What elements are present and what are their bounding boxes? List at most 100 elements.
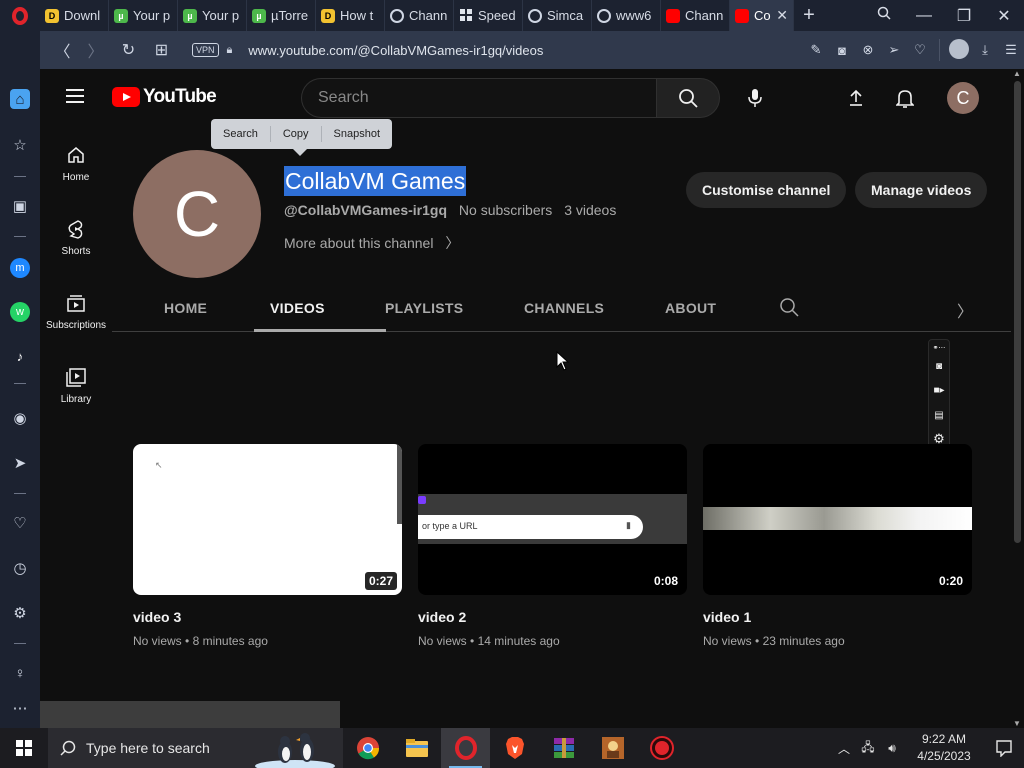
minimize-icon[interactable]: —: [904, 7, 944, 25]
taskbar-game[interactable]: [588, 728, 637, 768]
video-thumbnail[interactable]: or type a URL ▮ 0:08: [418, 444, 687, 595]
create-button[interactable]: [836, 78, 876, 118]
camera-icon[interactable]: ◙: [932, 360, 946, 372]
tab-overview-icon[interactable]: ⊞: [145, 40, 178, 60]
whatsapp-icon[interactable]: w: [10, 302, 30, 322]
close-window-icon[interactable]: ✕: [984, 6, 1024, 26]
lock-icon[interactable]: 🔒︎: [227, 44, 233, 57]
video-camera-icon[interactable]: ■▸: [932, 384, 946, 396]
start-button[interactable]: [0, 728, 48, 768]
tiktok-icon[interactable]: ♪: [10, 346, 30, 366]
easy-setup-icon[interactable]: ☰: [998, 42, 1024, 58]
video-title[interactable]: video 2: [418, 609, 687, 625]
camera-icon[interactable]: ◙: [829, 43, 855, 58]
vpn-badge[interactable]: VPN: [192, 43, 219, 57]
scroll-down-icon[interactable]: ▼: [1013, 719, 1021, 728]
tab-videos[interactable]: VIDEOS: [270, 300, 325, 316]
taskbar-brave[interactable]: [490, 728, 539, 768]
opera-menu-button[interactable]: [0, 0, 40, 31]
guide-item-home[interactable]: Home: [40, 125, 112, 199]
channel-search-icon[interactable]: [779, 297, 799, 322]
youtube-logo[interactable]: YouTube: [112, 86, 217, 108]
share-icon[interactable]: ➢: [881, 42, 907, 58]
speed-dial-icon[interactable]: ⌂: [10, 89, 30, 109]
taskbar-winrar[interactable]: [539, 728, 588, 768]
shopping-icon[interactable]: ▣: [10, 196, 30, 216]
tab-playlists[interactable]: PLAYLISTS: [385, 300, 463, 316]
link-icon[interactable]: ⚭⋯: [932, 342, 946, 354]
back-icon[interactable]: 〈: [46, 38, 79, 62]
blocker-icon[interactable]: ⊗: [855, 42, 881, 58]
manage-videos-button[interactable]: Manage videos: [855, 172, 988, 208]
taskbar-chrome[interactable]: [343, 728, 392, 768]
tab-channels[interactable]: CHANNELS: [524, 300, 604, 316]
browser-tab[interactable]: Chann: [661, 0, 730, 31]
tab-home[interactable]: HOME: [164, 300, 207, 316]
popup-copy-button[interactable]: Copy: [271, 126, 322, 142]
lightbulb-icon[interactable]: ♀: [10, 663, 30, 683]
browser-tab[interactable]: D How t: [316, 0, 385, 31]
taskbar-file-explorer[interactable]: [392, 728, 441, 768]
popup-snapshot-button[interactable]: Snapshot: [322, 126, 392, 142]
more-icon[interactable]: ⋯: [10, 698, 30, 718]
customise-channel-button[interactable]: Customise channel: [686, 172, 847, 208]
heart-icon[interactable]: ♡: [907, 42, 933, 58]
chevron-up-icon[interactable]: ︿: [832, 740, 856, 757]
menu-icon[interactable]: [66, 89, 84, 103]
browser-tab-active[interactable]: Co ✕: [730, 0, 794, 31]
video-thumbnail[interactable]: ↖ 0:27: [133, 444, 402, 595]
scrollbar-thumb[interactable]: [1014, 81, 1021, 543]
guide-item-library[interactable]: Library: [40, 347, 112, 421]
history-icon[interactable]: ◷: [10, 558, 30, 578]
account-avatar[interactable]: C: [947, 82, 979, 114]
page-scrollbar[interactable]: ▲ ▼: [1011, 69, 1024, 728]
guide-item-shorts[interactable]: Shorts: [40, 199, 112, 273]
popup-search-button[interactable]: Search: [211, 126, 271, 142]
volume-icon[interactable]: 🔊︎: [880, 741, 904, 756]
edit-icon[interactable]: ✎: [803, 42, 829, 58]
browser-tab[interactable]: µ Your p: [109, 0, 178, 31]
reload-icon[interactable]: ↻: [112, 40, 145, 60]
notifications-button[interactable]: [885, 78, 925, 118]
video-thumbnail[interactable]: 0:20: [703, 444, 972, 595]
video-title[interactable]: video 3: [133, 609, 402, 625]
close-tab-icon[interactable]: ✕: [776, 7, 788, 24]
bookmarks-icon[interactable]: ☆: [10, 135, 30, 155]
browser-tab[interactable]: µ Your p: [178, 0, 247, 31]
chevron-right-icon[interactable]: 〉: [957, 298, 973, 322]
messenger-icon[interactable]: m: [10, 258, 30, 278]
video-card[interactable]: ↖ 0:27 video 3 No views • 8 minutes ago: [133, 444, 402, 648]
video-title[interactable]: video 1: [703, 609, 972, 625]
new-tab-button[interactable]: +: [794, 4, 824, 27]
guide-item-subscriptions[interactable]: Subscriptions: [40, 273, 112, 347]
tab-search-icon[interactable]: [864, 6, 904, 25]
search-button[interactable]: [656, 78, 720, 118]
browser-tab[interactable]: µ µTorre: [247, 0, 316, 31]
browser-tab[interactable]: www6: [592, 0, 661, 31]
settings-icon[interactable]: ⚙: [10, 603, 30, 623]
browser-tab[interactable]: Speed: [454, 0, 523, 31]
clock[interactable]: 9:22 AM 4/25/2023: [904, 731, 984, 765]
more-about-channel-link[interactable]: More about this channel 〉: [284, 233, 459, 253]
url-field[interactable]: www.youtube.com/@CollabVMGames-ir1gq/vid…: [248, 43, 543, 58]
browser-tab[interactable]: Simca: [523, 0, 592, 31]
tab-about[interactable]: ABOUT: [665, 300, 716, 316]
video-card[interactable]: or type a URL ▮ 0:08 video 2 No views • 1…: [418, 444, 687, 648]
browser-tab[interactable]: D Downl: [40, 0, 109, 31]
video-card[interactable]: 0:20 video 1 No views • 23 minutes ago: [703, 444, 972, 648]
download-icon[interactable]: ⤓: [972, 42, 998, 58]
search-input[interactable]: Search: [301, 78, 657, 118]
profile-icon[interactable]: [946, 38, 972, 62]
send-icon[interactable]: ➤: [10, 453, 30, 473]
taskbar-recorder[interactable]: [637, 728, 686, 768]
forward-icon[interactable]: 〉: [79, 38, 112, 62]
player-icon[interactable]: ◉: [10, 408, 30, 428]
browser-tab[interactable]: Chann: [385, 0, 454, 31]
heart-icon[interactable]: ♡: [10, 513, 30, 533]
restore-icon[interactable]: ❐: [944, 6, 984, 26]
taskbar-search-box[interactable]: Type here to search: [48, 728, 343, 768]
action-center-button[interactable]: [984, 739, 1024, 757]
network-icon[interactable]: 🖧︎: [856, 738, 880, 759]
channel-avatar[interactable]: C: [133, 150, 261, 278]
voice-search-button[interactable]: [735, 78, 775, 118]
